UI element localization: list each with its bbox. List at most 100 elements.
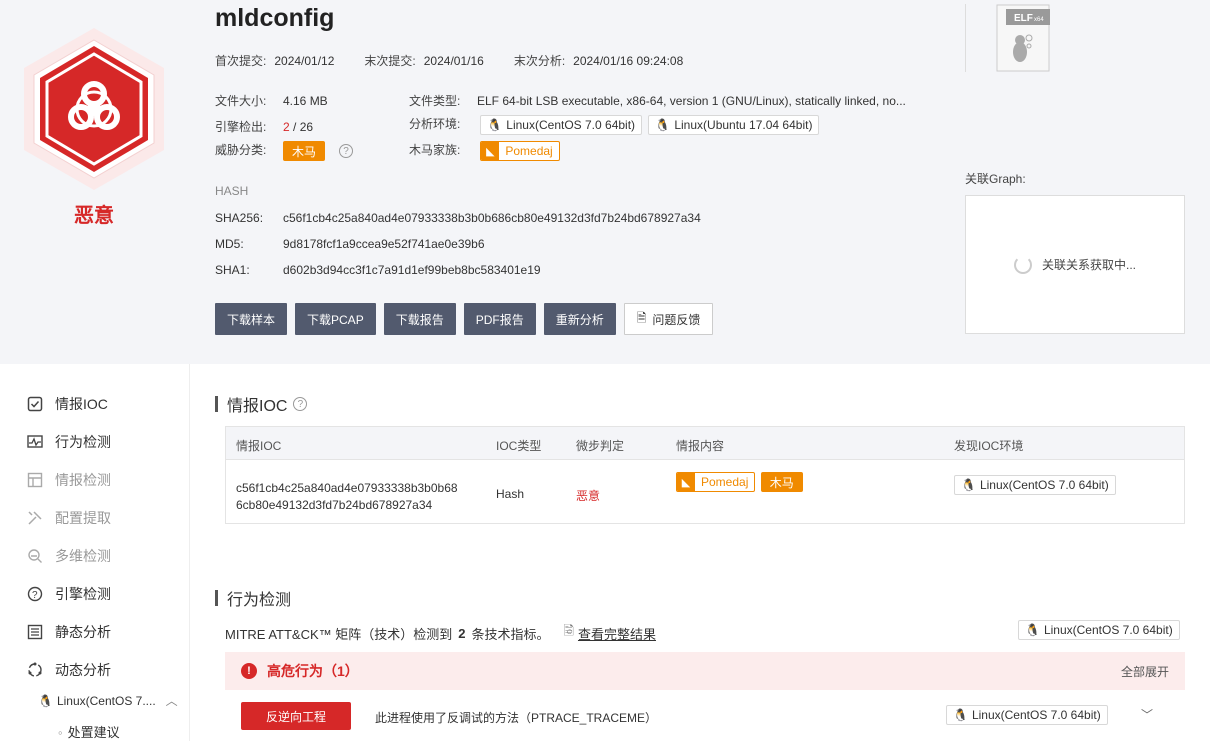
chevron-up-icon[interactable]: ︿ xyxy=(166,692,178,709)
view-full-results-link[interactable]: 查看完整结果 xyxy=(578,624,656,643)
engine-sep: / xyxy=(289,120,300,134)
family-icon: ◣ xyxy=(481,142,500,160)
sidebar-item-engine[interactable]: ? 引擎检测 xyxy=(26,584,111,604)
ioc-env: 🐧 Linux(CentOS 7.0 64bit) xyxy=(954,475,1119,495)
biohazard-badge-icon xyxy=(24,28,164,190)
summary-header: 恶意 mldconfig 首次提交: 2024/01/12 末次提交: 2024/0… xyxy=(0,0,1210,364)
download-report-button[interactable]: 下载报告 xyxy=(383,303,456,335)
help-icon[interactable]: ? xyxy=(293,397,308,411)
checklist-icon xyxy=(26,395,44,413)
last-analysis-label: 末次分析: xyxy=(513,54,566,68)
analysis-env-row: 分析环境: 🐧 Linux(CentOS 7.0 64bit) 🐧 Linux(Ub… xyxy=(409,115,822,135)
sidebar: 情报IOC 行为检测 情报检测 配置提取 多维检测 ? 引擎检测 静态分析 动态… xyxy=(0,364,190,741)
pdf-report-button[interactable]: PDF报告 xyxy=(463,303,536,335)
file-size-row: 文件大小: 4.16 MB xyxy=(215,92,328,109)
reanalyze-button[interactable]: 重新分析 xyxy=(543,303,616,335)
behavior-description: 此进程使用了反调试的方法（PTRACE_TRACEME） xyxy=(375,711,658,725)
linux-icon: 🐧 xyxy=(487,118,503,132)
sidebar-item-config[interactable]: 配置提取 xyxy=(26,508,111,528)
sidebar-item-static[interactable]: 静态分析 xyxy=(26,622,111,642)
chevron-down-icon[interactable]: ﹀ xyxy=(1141,706,1153,723)
expand-all-button[interactable]: 全部展开 xyxy=(1121,663,1169,680)
sidebar-item-dynamic[interactable]: 动态分析 xyxy=(26,660,111,680)
sha256-value[interactable]: c56f1cb4c25a840ad4e07933338b3b0b686cb80e… xyxy=(283,211,701,225)
technique-count: 2 xyxy=(458,625,466,641)
linux-icon: 🐧 xyxy=(953,708,968,722)
sidebar-env-item[interactable]: 🐧 Linux(CentOS 7.... ︿ xyxy=(38,692,178,709)
col-type: IOC类型 xyxy=(496,439,542,453)
title-bar xyxy=(215,590,218,606)
cycle-icon xyxy=(26,661,44,679)
last-submit-label: 末次提交: xyxy=(364,54,416,68)
linux-icon: 🐧 xyxy=(655,118,671,132)
ioc-table: 情报IOC IOC类型 微步判定 情报内容 发现IOC环境 c56f1cb4c2… xyxy=(225,426,1185,524)
env-tag-centos[interactable]: 🐧 Linux(CentOS 7.0 64bit) xyxy=(954,475,1116,495)
layout-icon xyxy=(26,471,44,489)
hash-title: HASH xyxy=(215,184,249,198)
file-type-value: ELF 64-bit LSB executable, x86-64, versi… xyxy=(477,94,906,108)
graph-panel[interactable]: 关联关系获取中... xyxy=(965,195,1185,334)
loading-spinner-icon xyxy=(1013,255,1032,274)
env-tag-centos[interactable]: 🐧 Linux(CentOS 7.0 64bit) xyxy=(480,115,643,135)
linux-icon: 🐧 xyxy=(38,693,53,708)
engine-detect-row: 引擎检出: 2 / 26 xyxy=(215,118,313,135)
pulse-icon xyxy=(26,433,44,451)
elf-badge-sub: x64 xyxy=(1034,17,1044,23)
ioc-table-header: 情报IOC IOC类型 微步判定 情报内容 发现IOC环境 xyxy=(226,427,1184,460)
behavior-row[interactable]: 反逆向工程 此进程使用了反调试的方法（PTRACE_TRACEME） 🐧 Linu… xyxy=(225,700,1185,734)
ioc-section-title: 情报IOC ? xyxy=(215,392,308,416)
first-submit-value: 2024/01/12 xyxy=(274,54,335,68)
title-bar xyxy=(215,396,218,412)
family-tag[interactable]: ◣ Pomedaj xyxy=(676,472,756,492)
search-layers-icon xyxy=(26,547,44,565)
feedback-button[interactable]: 🗎 问题反馈 xyxy=(623,303,714,335)
help-icon[interactable]: ? xyxy=(339,144,354,158)
sidebar-item-behavior[interactable]: 行为检测 xyxy=(26,432,111,452)
behavior-row-env: 🐧 Linux(CentOS 7.0 64bit) xyxy=(946,705,1111,725)
file-size-value: 4.16 MB xyxy=(283,94,328,108)
elf-file-icon: ELF x64 xyxy=(996,4,1050,72)
last-submit-value: 2024/01/16 xyxy=(423,54,484,68)
linux-icon: 🐧 xyxy=(1025,623,1040,637)
high-risk-title: ! 高危行为（1） xyxy=(241,661,359,681)
md5-value[interactable]: 9d8178fcf1a9ccea9e52f741ae0e39b6 xyxy=(283,237,485,251)
attack-summary: MITRE ATT&CK™ 矩阵（技术）检测到 2 条技术指标。 🗟 查看完整结… xyxy=(225,622,656,644)
verdict-label: 恶意 xyxy=(74,205,114,227)
document-icon: 🗎 xyxy=(636,310,647,325)
family-label: 木马家族: xyxy=(409,143,461,158)
ioc-value[interactable]: c56f1cb4c25a840ad4e07933338b3b0b68 6cb80… xyxy=(236,480,458,514)
analysis-env-label: 分析环境: xyxy=(409,117,461,132)
engine-total-count: 26 xyxy=(299,120,314,134)
sha1-row: SHA1: d602b3d94cc3f1c7a91d1ef99beb8bc5834… xyxy=(215,263,541,277)
family-tag[interactable]: ◣ Pomedaj xyxy=(480,141,560,161)
env-tag-centos[interactable]: 🐧 Linux(CentOS 7.0 64bit) xyxy=(946,705,1108,725)
download-sample-button[interactable]: 下载样本 xyxy=(215,303,288,335)
high-risk-bar[interactable]: ! 高危行为（1） 全部展开 xyxy=(225,652,1185,690)
alert-icon: ! xyxy=(241,663,257,679)
family-icon: ◣ xyxy=(677,473,695,491)
env-tag-centos[interactable]: 🐧 Linux(CentOS 7.0 64bit) xyxy=(1018,620,1180,640)
env-tag-ubuntu[interactable]: 🐧 Linux(Ubuntu 17.04 64bit) xyxy=(648,115,820,135)
threat-tag[interactable]: 木马 xyxy=(283,141,326,161)
dot-icon: ◦ xyxy=(58,725,63,740)
sidebar-subitem-advice[interactable]: ◦ 处置建议 xyxy=(58,722,120,741)
sidebar-item-ioc[interactable]: 情报IOC xyxy=(26,394,108,414)
sidebar-item-multi[interactable]: 多维检测 xyxy=(26,546,111,566)
file-type-label: 文件类型: xyxy=(409,94,461,108)
download-pcap-button[interactable]: 下载PCAP xyxy=(295,303,376,335)
elf-badge-label: ELF xyxy=(1014,13,1033,24)
behavior-env: 🐧 Linux(CentOS 7.0 64bit) xyxy=(1018,620,1183,640)
trojan-tag[interactable]: 木马 xyxy=(760,472,803,492)
sidebar-item-intel[interactable]: 情报检测 xyxy=(26,470,111,490)
engine-detected-count: 2 xyxy=(283,120,290,134)
tactic-tag[interactable]: 反逆向工程 xyxy=(241,702,351,730)
file-size-label: 文件大小: xyxy=(215,94,267,108)
col-verdict: 微步判定 xyxy=(576,439,625,453)
tools-icon xyxy=(26,509,44,527)
action-buttons: 下载样本 下载PCAP 下载报告 PDF报告 重新分析 🗎 问题反馈 xyxy=(215,303,714,335)
last-analysis-value: 2024/01/16 09:24:08 xyxy=(573,54,684,68)
family-row: 木马家族: ◣ Pomedaj xyxy=(409,141,560,161)
ioc-content: ◣ Pomedaj 木马 xyxy=(676,472,803,492)
sha1-value[interactable]: d602b3d94cc3f1c7a91d1ef99beb8bc583401e19 xyxy=(283,263,541,277)
submission-dates: 首次提交: 2024/01/12 末次提交: 2024/01/16 末次分析: 202… xyxy=(215,52,683,69)
